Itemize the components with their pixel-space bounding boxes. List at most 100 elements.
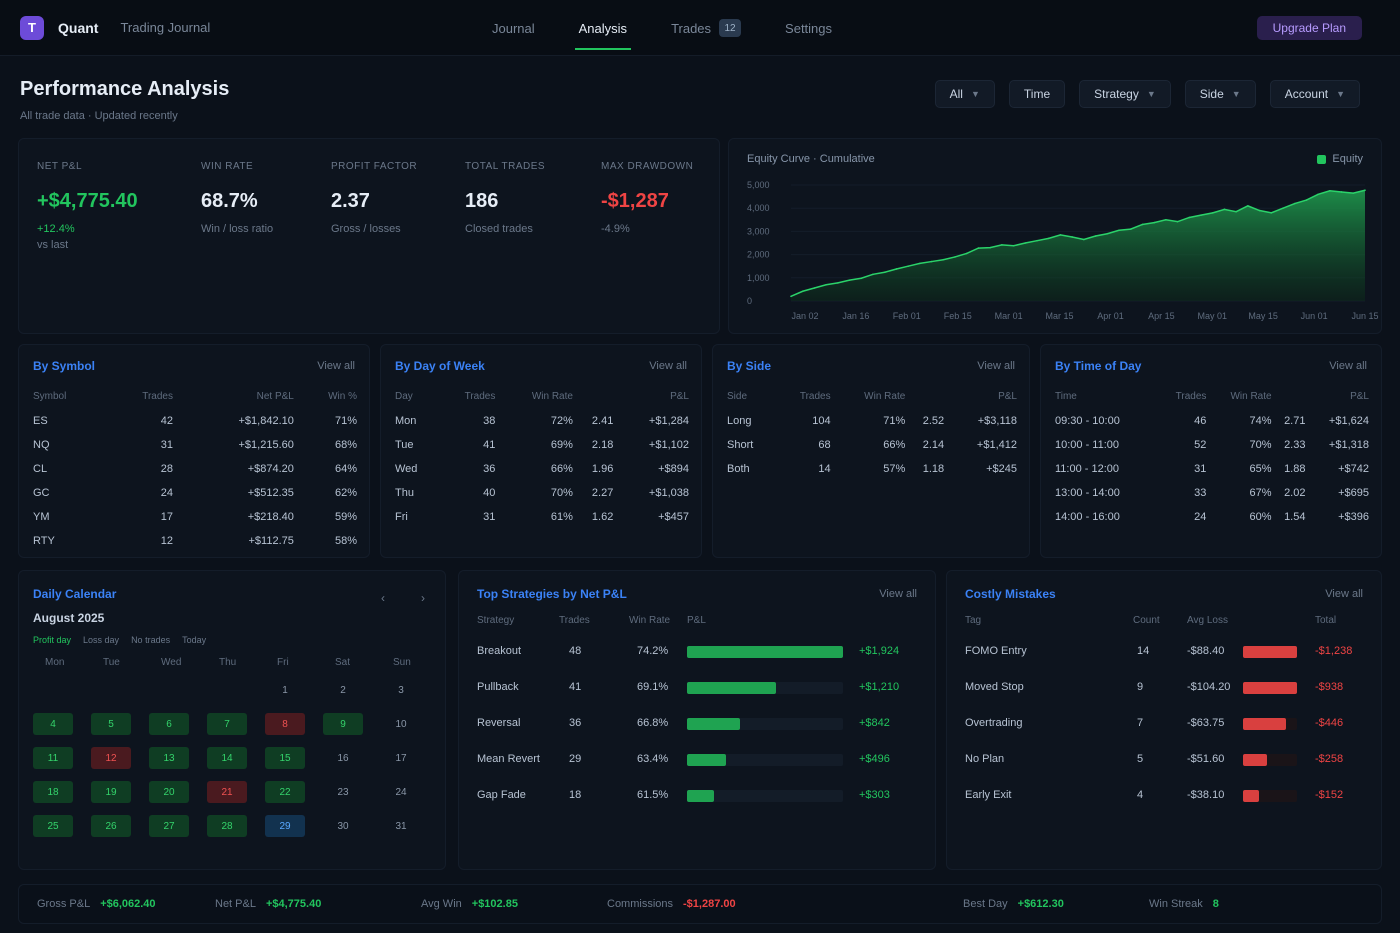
column-header[interactable]: Trades: [106, 383, 173, 409]
nav-settings[interactable]: Settings: [763, 0, 854, 56]
prev-month-button[interactable]: ‹: [381, 591, 385, 605]
calendar-day[interactable]: 10: [381, 713, 421, 735]
by-symbol-view-all[interactable]: View all: [317, 360, 355, 372]
calendar-day[interactable]: 23: [323, 781, 363, 803]
column-header[interactable]: Day: [395, 383, 437, 409]
calendar-day[interactable]: 6: [149, 713, 189, 735]
table-row[interactable]: 10:00 - 11:00 52 70% 2.33 +$1,318: [1055, 433, 1369, 457]
table-row[interactable]: Mon 38 72% 2.41 +$1,284: [395, 409, 689, 433]
calendar-day[interactable]: 8: [265, 713, 305, 735]
table-row[interactable]: 11:00 - 12:00 31 65% 1.88 +$742: [1055, 457, 1369, 481]
mistakes-view-all[interactable]: View all: [1325, 588, 1363, 600]
table-row[interactable]: Fri 31 61% 1.62 +$457: [395, 505, 689, 529]
calendar-day[interactable]: 19: [91, 781, 131, 803]
column-header[interactable]: Win %: [294, 383, 357, 409]
column-header[interactable]: Trades: [437, 383, 496, 409]
calendar-day[interactable]: 2: [323, 679, 363, 701]
table-row[interactable]: Long 104 71% 2.52 +$3,118: [727, 409, 1017, 433]
calendar-day[interactable]: 16: [323, 747, 363, 769]
column-header[interactable]: Win Rate: [1206, 383, 1271, 409]
column-header[interactable]: Win Rate: [831, 383, 905, 409]
column-header[interactable]: [573, 383, 613, 409]
calendar-day[interactable]: 13: [149, 747, 189, 769]
calendar-day[interactable]: 27: [149, 815, 189, 837]
column-header[interactable]: Total: [1315, 615, 1336, 626]
calendar-day[interactable]: 22: [265, 781, 305, 803]
calendar-day[interactable]: 24: [381, 781, 421, 803]
table-row[interactable]: Both 14 57% 1.18 +$245: [727, 457, 1017, 481]
table-row[interactable]: YM 17 +$218.40 59%: [33, 505, 357, 529]
column-header[interactable]: Tag: [965, 615, 981, 626]
table-row[interactable]: GC 24 +$512.35 62%: [33, 481, 357, 505]
column-header[interactable]: Time: [1055, 383, 1158, 409]
table-row[interactable]: Short 68 66% 2.14 +$1,412: [727, 433, 1017, 457]
next-month-button[interactable]: ›: [421, 591, 425, 605]
table-row[interactable]: Tue 41 69% 2.18 +$1,102: [395, 433, 689, 457]
column-header[interactable]: P&L: [687, 615, 706, 626]
calendar-day[interactable]: 30: [323, 815, 363, 837]
table-row[interactable]: NQ 31 +$1,215.60 68%: [33, 433, 357, 457]
column-header[interactable]: P&L: [1305, 383, 1369, 409]
column-header[interactable]: P&L: [613, 383, 689, 409]
by-hour-view-all[interactable]: View all: [1329, 360, 1367, 372]
mistake-total: -$938: [1315, 681, 1344, 693]
column-header[interactable]: Trades: [1158, 383, 1207, 409]
column-header[interactable]: Win Rate: [495, 383, 573, 409]
filter-side[interactable]: Side ▼: [1184, 80, 1256, 108]
table-row[interactable]: RTY 12 +$112.75 58%: [33, 529, 357, 553]
nav-trades[interactable]: Trades 12: [649, 0, 763, 56]
table-row[interactable]: ES 42 +$1,842.10 71%: [33, 409, 357, 433]
calendar-day[interactable]: 7: [207, 713, 247, 735]
filter-all[interactable]: All ▼: [934, 80, 995, 108]
column-header[interactable]: [905, 383, 944, 409]
calendar-day[interactable]: 1: [265, 679, 305, 701]
table-cell: 58%: [334, 535, 357, 547]
column-header[interactable]: Win Rate: [629, 615, 670, 626]
calendar-day[interactable]: 31: [381, 815, 421, 837]
table-row[interactable]: 14:00 - 16:00 24 60% 1.54 +$396: [1055, 505, 1369, 529]
column-header[interactable]: Count: [1133, 615, 1160, 626]
calendar-day[interactable]: 9: [323, 713, 363, 735]
app-logo[interactable]: T: [20, 15, 44, 40]
calendar-day[interactable]: 4: [33, 713, 73, 735]
nav-journal[interactable]: Journal: [470, 0, 557, 56]
column-header[interactable]: Avg Loss: [1187, 615, 1228, 626]
calendar-day[interactable]: 5: [91, 713, 131, 735]
column-header[interactable]: [1272, 383, 1306, 409]
calendar-day[interactable]: 11: [33, 747, 73, 769]
calendar-day[interactable]: 21: [207, 781, 247, 803]
table-row[interactable]: 13:00 - 14:00 33 67% 2.02 +$695: [1055, 481, 1369, 505]
column-header[interactable]: Net P&L: [173, 383, 294, 409]
column-header[interactable]: Trades: [775, 383, 831, 409]
calendar-day[interactable]: 14: [207, 747, 247, 769]
table-row[interactable]: 09:30 - 10:00 46 74% 2.71 +$1,624: [1055, 409, 1369, 433]
calendar-day[interactable]: 15: [265, 747, 305, 769]
calendar-day[interactable]: 12: [91, 747, 131, 769]
column-header[interactable]: Strategy: [477, 615, 514, 626]
upgrade-button[interactable]: Upgrade Plan: [1256, 16, 1362, 40]
by-side-view-all[interactable]: View all: [977, 360, 1015, 372]
calendar-day[interactable]: 17: [381, 747, 421, 769]
filter-time[interactable]: Time: [1008, 80, 1066, 108]
column-header[interactable]: P&L: [944, 383, 1017, 409]
filter-strategy[interactable]: Strategy ▼: [1079, 80, 1171, 108]
calendar-day[interactable]: 29: [265, 815, 305, 837]
column-header[interactable]: Side: [727, 383, 775, 409]
table-cell: +$1,038: [648, 487, 689, 499]
calendar-day[interactable]: 3: [381, 679, 421, 701]
nav-analysis[interactable]: Analysis: [557, 0, 649, 56]
table-row[interactable]: Thu 40 70% 2.27 +$1,038: [395, 481, 689, 505]
strategies-view-all[interactable]: View all: [879, 588, 917, 600]
calendar-day[interactable]: 18: [33, 781, 73, 803]
calendar-day[interactable]: 25: [33, 815, 73, 837]
calendar-day[interactable]: 20: [149, 781, 189, 803]
filter-account[interactable]: Account ▼: [1269, 80, 1360, 108]
by-day-view-all[interactable]: View all: [649, 360, 687, 372]
table-row[interactable]: Wed 36 66% 1.96 +$894: [395, 457, 689, 481]
calendar-day[interactable]: 26: [91, 815, 131, 837]
column-header[interactable]: Symbol: [33, 383, 106, 409]
table-row[interactable]: CL 28 +$874.20 64%: [33, 457, 357, 481]
weekday-label: Tue: [103, 657, 120, 668]
calendar-day[interactable]: 28: [207, 815, 247, 837]
column-header[interactable]: Trades: [559, 615, 590, 626]
